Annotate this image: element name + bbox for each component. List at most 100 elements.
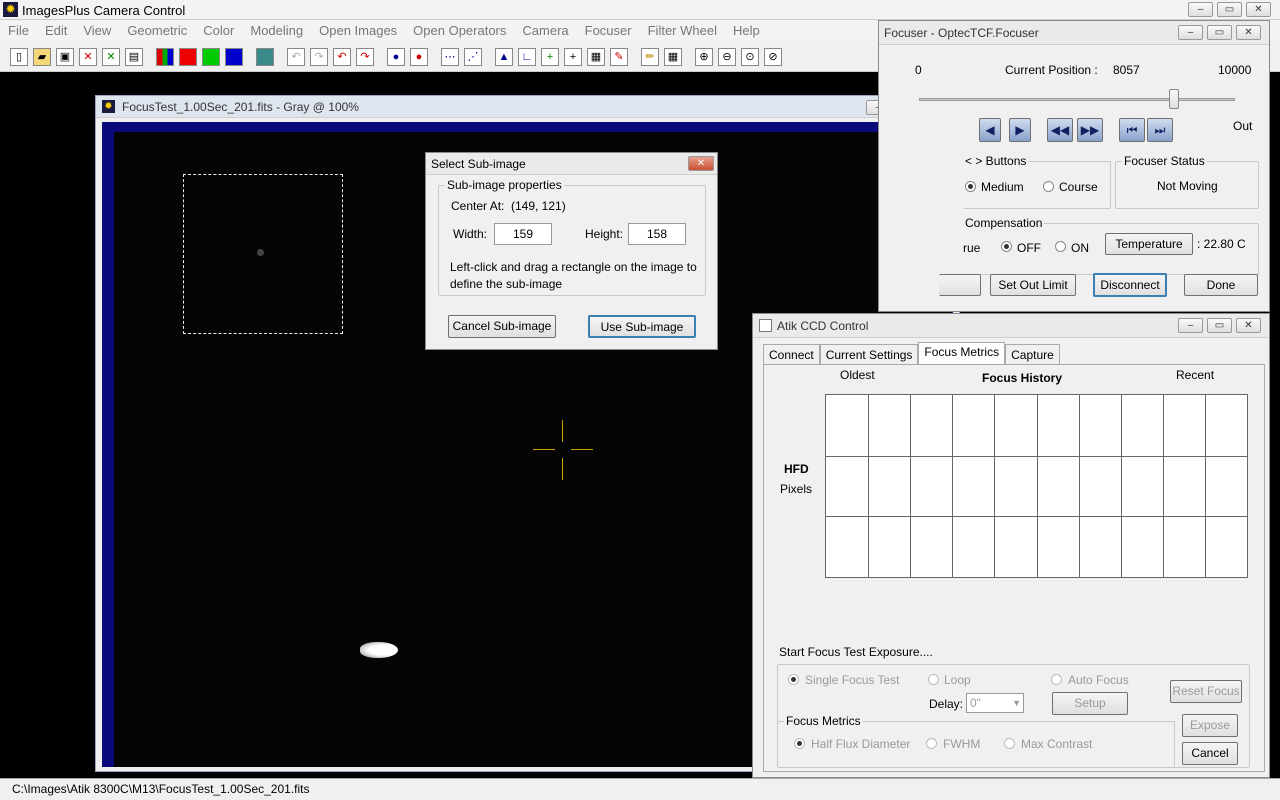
loop-radio[interactable] bbox=[928, 674, 939, 685]
cancel-button[interactable]: Cancel bbox=[1182, 742, 1238, 765]
height-field[interactable]: 158 bbox=[628, 223, 686, 245]
close-icon[interactable]: ✕ bbox=[1236, 25, 1261, 40]
menu-open-operators[interactable]: Open Operators bbox=[413, 23, 506, 38]
close-icon[interactable]: ✕ bbox=[1246, 2, 1271, 17]
step-in-icon[interactable]: ◀ bbox=[979, 118, 1001, 142]
tab-capture[interactable]: Capture bbox=[1005, 344, 1060, 366]
close-icon[interactable]: ✕ bbox=[1236, 318, 1261, 333]
red-channel-icon[interactable] bbox=[179, 48, 197, 66]
expose-button[interactable]: Expose bbox=[1182, 714, 1238, 737]
width-field[interactable]: 159 bbox=[494, 223, 552, 245]
undo-icon[interactable]: ↶ bbox=[333, 48, 351, 66]
reset-focus-button[interactable]: Reset Focus bbox=[1170, 680, 1242, 703]
menu-filter-wheel[interactable]: Filter Wheel bbox=[648, 23, 717, 38]
paint-icon[interactable]: ✎ bbox=[610, 48, 628, 66]
single-focus-radio[interactable] bbox=[788, 674, 799, 685]
set-out-limit-button[interactable]: Set Out Limit bbox=[990, 274, 1076, 296]
tab-focus-metrics[interactable]: Focus Metrics bbox=[918, 342, 1006, 366]
disconnect-button[interactable]: Disconnect bbox=[1093, 273, 1167, 297]
menu-open-images[interactable]: Open Images bbox=[319, 23, 397, 38]
menu-help[interactable]: Help bbox=[733, 23, 760, 38]
medium-radio[interactable] bbox=[965, 181, 976, 192]
setup-button[interactable]: Setup bbox=[1052, 692, 1128, 715]
minimize-icon[interactable]: – bbox=[1178, 25, 1203, 40]
green-channel-icon[interactable] bbox=[202, 48, 220, 66]
course-radio[interactable] bbox=[1043, 181, 1054, 192]
add-icon[interactable]: + bbox=[541, 48, 559, 66]
pencil-icon[interactable]: ✏ bbox=[641, 48, 659, 66]
focuser-partial-button[interactable] bbox=[939, 274, 981, 296]
plot-icon[interactable]: ⋰ bbox=[464, 48, 482, 66]
minimize-icon[interactable]: – bbox=[1188, 2, 1213, 17]
menu-file[interactable]: File bbox=[8, 23, 29, 38]
auto-focus-radio[interactable] bbox=[1051, 674, 1062, 685]
zoom-actual-icon[interactable]: ⊘ bbox=[764, 48, 782, 66]
focus-history-grid bbox=[825, 394, 1248, 578]
center-label: Center At: bbox=[451, 199, 505, 213]
menu-focuser[interactable]: Focuser bbox=[585, 23, 632, 38]
selection-rectangle[interactable] bbox=[183, 174, 343, 334]
grid-icon[interactable]: ▦ bbox=[664, 48, 682, 66]
menu-view[interactable]: View bbox=[83, 23, 111, 38]
histogram-icon[interactable] bbox=[256, 48, 274, 66]
compensation-off-radio[interactable] bbox=[1001, 241, 1012, 252]
done-button[interactable]: Done bbox=[1184, 274, 1258, 296]
zoom-fit-icon[interactable]: ⊙ bbox=[741, 48, 759, 66]
ellipsis-icon[interactable]: ⋯ bbox=[441, 48, 459, 66]
crosshair-icon[interactable]: + bbox=[564, 48, 582, 66]
menu-camera[interactable]: Camera bbox=[522, 23, 568, 38]
compensation-group: Compensation rue OFF ON Temperature : 22… bbox=[963, 216, 1259, 275]
open-folder-icon[interactable]: ▰ bbox=[33, 48, 51, 66]
menu-geometric[interactable]: Geometric bbox=[127, 23, 187, 38]
use-subimage-button[interactable]: Use Sub-image bbox=[588, 315, 696, 338]
close-icon[interactable]: ✕ bbox=[688, 156, 714, 171]
new-file-icon[interactable]: ▯ bbox=[10, 48, 28, 66]
close-image-icon[interactable]: ✕ bbox=[79, 48, 97, 66]
max-contrast-radio[interactable] bbox=[1004, 738, 1015, 749]
tab-connect[interactable]: Connect bbox=[763, 344, 820, 366]
maximize-icon[interactable]: ▭ bbox=[1207, 25, 1232, 40]
maximize-icon[interactable]: ▭ bbox=[1217, 2, 1242, 17]
delay-select[interactable]: 0" ▼ bbox=[966, 693, 1024, 713]
curves-icon[interactable]: ∟ bbox=[518, 48, 536, 66]
menu-edit[interactable]: Edit bbox=[45, 23, 67, 38]
record-icon[interactable]: ● bbox=[387, 48, 405, 66]
blue-channel-icon[interactable] bbox=[225, 48, 243, 66]
half-flux-label: Half Flux Diameter bbox=[811, 737, 911, 751]
save-icon[interactable]: ▣ bbox=[56, 48, 74, 66]
redo-icon[interactable]: ↷ bbox=[356, 48, 374, 66]
undo-disabled-icon[interactable]: ↶ bbox=[287, 48, 305, 66]
fwhm-radio[interactable] bbox=[926, 738, 937, 749]
zoom-out-icon[interactable]: ⊖ bbox=[718, 48, 736, 66]
position-slider-track[interactable] bbox=[919, 98, 1235, 101]
rgb-channels-icon[interactable] bbox=[156, 48, 174, 66]
half-flux-radio[interactable] bbox=[794, 738, 805, 749]
image-window-title: FocusTest_1.00Sec_201.fits - Gray @ 100% bbox=[122, 100, 359, 114]
move-to-max-icon[interactable]: ⏭ bbox=[1147, 118, 1173, 142]
current-position-label: Current Position : bbox=[1005, 63, 1098, 77]
zoom-in-icon[interactable]: ⊕ bbox=[695, 48, 713, 66]
redo-disabled-icon[interactable]: ↷ bbox=[310, 48, 328, 66]
print-icon[interactable]: ▤ bbox=[125, 48, 143, 66]
app-titlebar: ✹ ImagesPlus Camera Control – ▭ ✕ bbox=[0, 0, 1280, 20]
focuser-titlebar: Focuser - OptecTCF.Focuser – ▭ ✕ bbox=[879, 21, 1269, 45]
menu-color[interactable]: Color bbox=[203, 23, 234, 38]
step-out-icon[interactable]: ▶ bbox=[1009, 118, 1031, 142]
levels-icon[interactable]: ▲ bbox=[495, 48, 513, 66]
maximize-icon[interactable]: ▭ bbox=[1207, 318, 1232, 333]
stop-record-icon[interactable]: ● bbox=[410, 48, 428, 66]
position-slider-thumb[interactable] bbox=[1168, 89, 1179, 109]
move-to-min-icon[interactable]: ⏮ bbox=[1119, 118, 1145, 142]
minimize-icon[interactable]: – bbox=[1178, 318, 1203, 333]
fast-in-icon[interactable]: ◀◀ bbox=[1047, 118, 1073, 142]
compensation-on-radio[interactable] bbox=[1055, 241, 1066, 252]
tab-current-settings[interactable]: Current Settings bbox=[819, 344, 919, 366]
cancel-subimage-button[interactable]: Cancel Sub-image bbox=[448, 315, 556, 338]
temperature-button[interactable]: Temperature bbox=[1105, 233, 1193, 255]
instructions-line-2: define the sub-image bbox=[450, 277, 563, 291]
close-all-icon[interactable]: ✕ bbox=[102, 48, 120, 66]
fast-out-icon[interactable]: ▶▶ bbox=[1077, 118, 1103, 142]
calculator-icon[interactable]: ▦ bbox=[587, 48, 605, 66]
menu-modeling[interactable]: Modeling bbox=[250, 23, 303, 38]
subimage-dialog: Select Sub-image ✕ Sub-image properties … bbox=[425, 152, 718, 350]
